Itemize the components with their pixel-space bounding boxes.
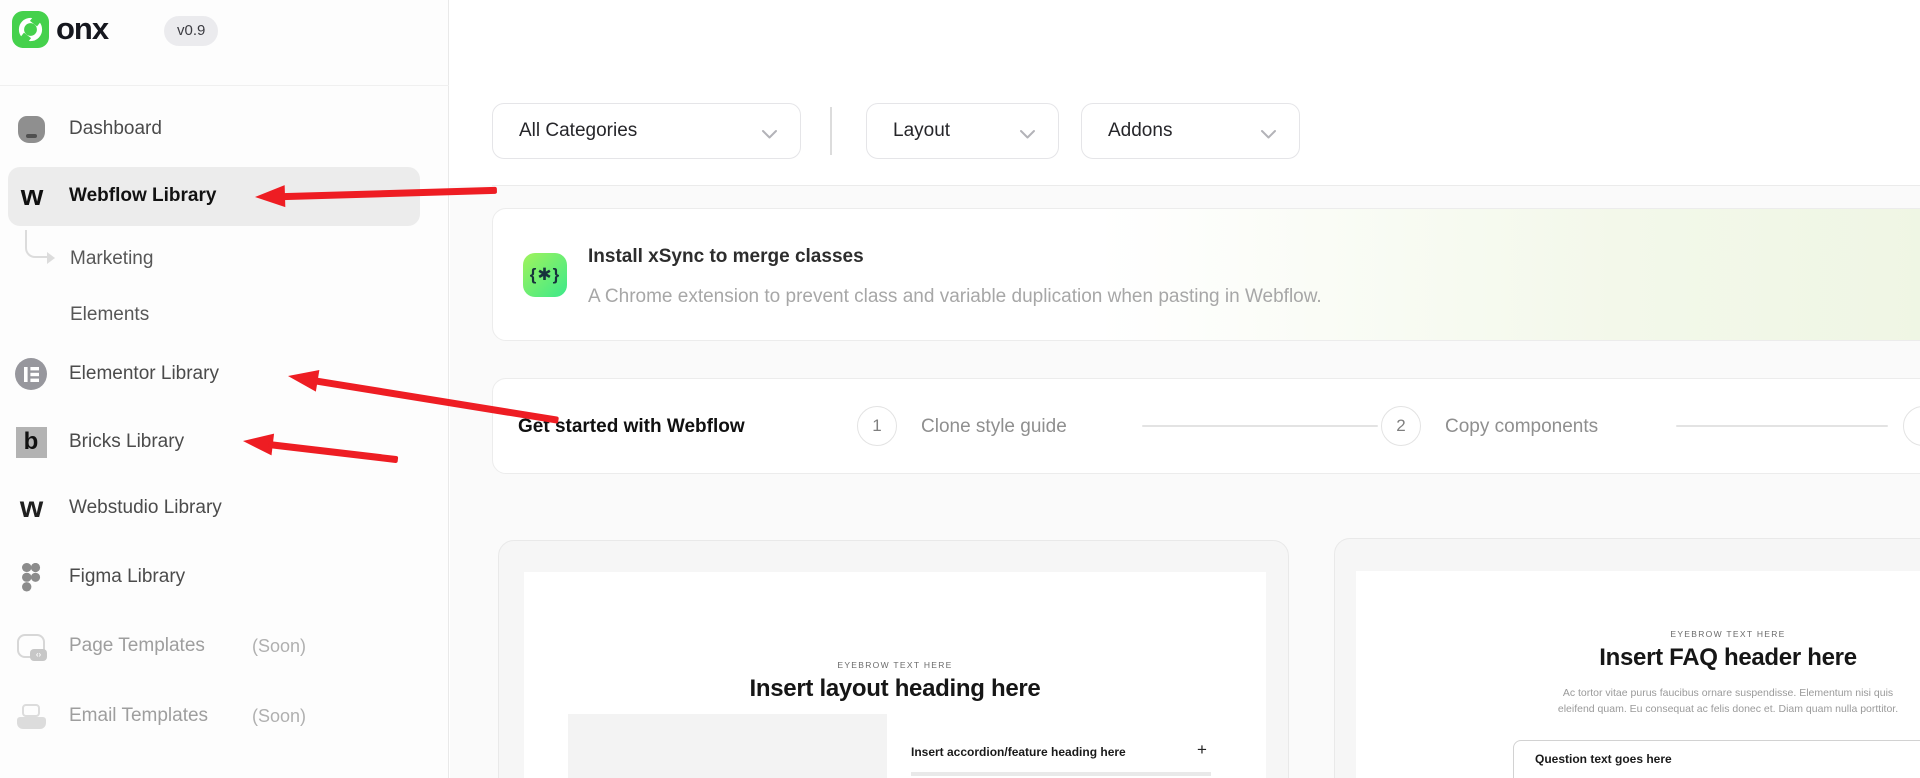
webstudio-icon: w — [15, 492, 47, 524]
step-1-label: Clone style guide — [921, 416, 1067, 438]
soon-badge: (Soon) — [252, 706, 306, 727]
addons-filter-dropdown[interactable]: Addons — [1081, 103, 1300, 159]
plus-icon: + — [1197, 740, 1207, 760]
step-2-number: 2 — [1396, 416, 1405, 436]
email-templates-icon — [15, 700, 47, 732]
filter-separator — [830, 107, 832, 155]
banner-title: Install xSync to merge classes — [588, 246, 864, 268]
step-2-circle: 2 — [1381, 406, 1421, 446]
addons-filter-value: Addons — [1082, 120, 1172, 142]
sidebar-item-marketing[interactable]: Marketing — [0, 237, 449, 281]
sidebar-item-label: Email Templates — [69, 705, 208, 727]
step-connector-line — [1142, 425, 1378, 427]
category-filter-dropdown[interactable]: All Categories — [492, 103, 801, 159]
sidebar-item-label: Webflow Library — [69, 185, 216, 207]
soon-badge: (Soon) — [252, 636, 306, 657]
template-card-faq[interactable]: EYEBROW TEXT HERE Insert FAQ header here… — [1334, 538, 1920, 778]
sidebar-item-label: Figma Library — [69, 566, 185, 588]
step-2-label: Copy components — [1445, 416, 1598, 438]
sidebar-item-elements[interactable]: Elements — [0, 293, 449, 337]
template-preview-canvas: EYEBROW TEXT HERE Insert layout heading … — [524, 572, 1266, 778]
sidebar-item-label: Dashboard — [69, 118, 162, 140]
banner-description: A Chrome extension to prevent class and … — [588, 286, 1322, 308]
sidebar-item-label: Marketing — [70, 248, 153, 270]
sidebar-item-label: Elements — [70, 304, 149, 326]
preview-heading: Insert layout heading here — [524, 675, 1266, 703]
preview-accordion-heading: Insert accordion/feature heading here — [911, 745, 1126, 759]
chevron-down-icon — [1019, 127, 1036, 145]
xsync-install-banner[interactable] — [492, 208, 1920, 341]
sidebar-item-label: Page Templates — [69, 635, 205, 657]
preview-eyebrow-text: EYEBROW TEXT HERE — [524, 660, 1266, 670]
template-card-layout[interactable]: EYEBROW TEXT HERE Insert layout heading … — [498, 540, 1289, 778]
layout-filter-value: Layout — [867, 120, 950, 142]
step-1-circle: 1 — [857, 406, 897, 446]
sidebar-item-dashboard[interactable]: Dashboard — [0, 107, 449, 151]
page-templates-icon: ‹› — [15, 630, 47, 662]
sidebar-item-figma-library[interactable]: Figma Library — [0, 555, 449, 599]
chevron-down-icon — [1260, 127, 1277, 145]
step-1-number: 1 — [872, 416, 881, 436]
sidebar-item-label: Webstudio Library — [69, 497, 222, 519]
dashboard-icon — [15, 113, 47, 145]
preview-body-line: Ac tortor vitae purus faucibus ornare su… — [1356, 685, 1920, 701]
step-connector-line — [1676, 425, 1888, 427]
app-logo-text: onx — [56, 11, 108, 47]
chevron-down-icon — [761, 127, 778, 145]
layout-filter-dropdown[interactable]: Layout — [866, 103, 1059, 159]
figma-icon — [15, 561, 47, 593]
sidebar-item-label: Elementor Library — [69, 363, 219, 385]
preview-body-line: eleifend quam. Eu consequat ac felis don… — [1356, 701, 1920, 717]
onx-logo-icon — [12, 11, 49, 53]
preview-question-label: Question text goes here — [1535, 752, 1672, 766]
preview-heading: Insert FAQ header here — [1356, 644, 1920, 672]
template-preview-canvas: EYEBROW TEXT HERE Insert FAQ header here… — [1356, 571, 1920, 778]
sidebar-item-email-templates[interactable]: Email Templates (Soon) — [0, 694, 449, 738]
webflow-icon: w — [15, 180, 47, 212]
header-divider — [492, 185, 1920, 186]
sidebar-item-label: Bricks Library — [69, 431, 184, 453]
sidebar-item-webstudio-library[interactable]: w Webstudio Library — [0, 486, 449, 530]
app-window: All Categories Layout Addons {✱} Install… — [0, 0, 1920, 778]
preview-image-placeholder — [568, 714, 887, 778]
version-badge: v0.9 — [164, 16, 218, 46]
sidebar-item-page-templates[interactable]: ‹› Page Templates (Soon) — [0, 624, 449, 668]
elementor-icon — [15, 358, 47, 390]
bricks-icon: b — [15, 426, 47, 458]
preview-accordion-body-placeholder — [911, 772, 1211, 776]
category-filter-value: All Categories — [493, 120, 637, 142]
preview-eyebrow-text: EYEBROW TEXT HERE — [1356, 629, 1920, 639]
xsync-braces-icon: {✱} — [523, 253, 567, 297]
